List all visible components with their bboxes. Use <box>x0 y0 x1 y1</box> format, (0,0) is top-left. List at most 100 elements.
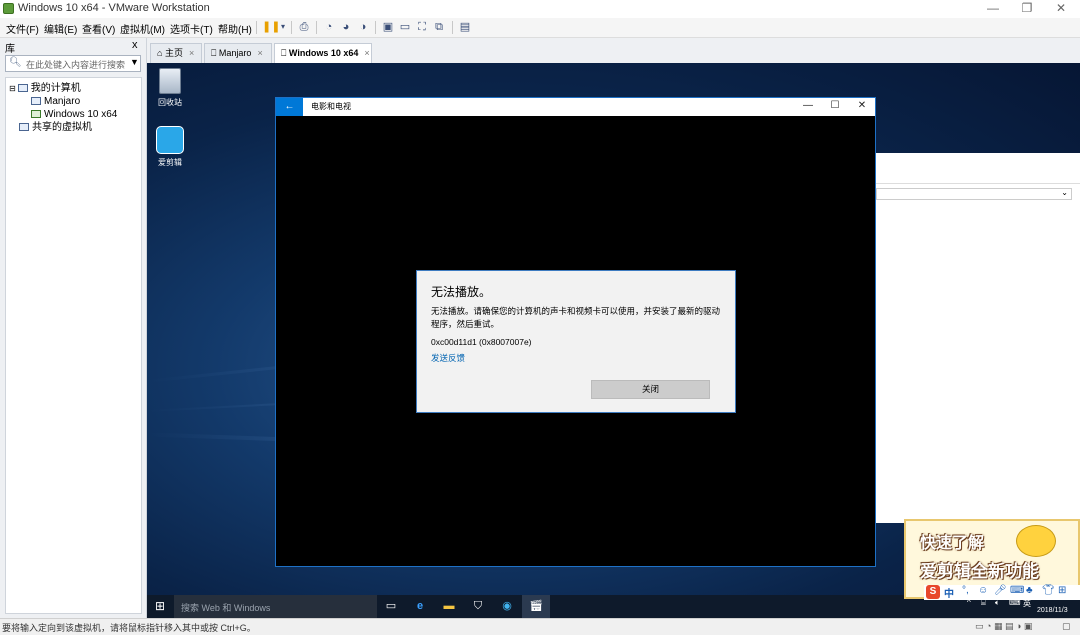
search-dropdown-icon[interactable]: ▼ <box>130 57 139 67</box>
toolbar-separator <box>256 21 257 34</box>
sogou-logo-icon: S <box>926 585 940 599</box>
tree-item-shared-vms[interactable]: 共享的虚拟机 <box>19 121 92 134</box>
pause-icon[interactable]: ❚❚ <box>262 20 280 34</box>
desktop-icon-recycle-bin[interactable]: 回收站 <box>150 68 190 108</box>
send-feedback-link[interactable]: 发送反馈 <box>431 352 465 364</box>
menu-edit[interactable]: 编辑(E) <box>44 21 77 36</box>
dialog-title: 无法播放。 <box>431 285 492 299</box>
vmware-app-icon <box>3 3 14 14</box>
tab-close-icon[interactable]: × <box>189 48 194 58</box>
tree-item-label: Windows 10 x64 <box>44 109 118 120</box>
file-explorer-icon[interactable]: ▬ <box>435 595 463 618</box>
recycle-bin-icon <box>159 68 181 94</box>
movies-close-button[interactable]: ✕ <box>852 100 872 111</box>
tree-item-manjaro[interactable]: Manjaro <box>31 95 80 108</box>
movies-tv-title: 电影和电视 <box>311 102 351 111</box>
movies-minimize-button[interactable]: — <box>798 100 818 111</box>
taskbar-date[interactable]: 2018/11/3 <box>1037 607 1068 614</box>
aijianji-app-icon <box>156 126 184 154</box>
snapshot-icon[interactable]: ◔ <box>322 20 336 34</box>
skin-icon[interactable]: ♣ <box>1026 585 1033 596</box>
desktop-icon-label: 爱剪辑 <box>158 158 182 167</box>
window-title: Windows 10 x64 - VMware Workstation <box>18 2 210 14</box>
menu-tabs[interactable]: 选项卡(T) <box>170 21 213 36</box>
snapshot-manager-icon[interactable]: ◑ <box>356 20 370 34</box>
voice-icon[interactable]: 🎤︎ <box>994 585 1007 596</box>
home-icon: ⌂ <box>157 48 163 58</box>
vm-icon <box>31 97 41 106</box>
toolbox-icon[interactable]: ⊞ <box>1058 585 1066 596</box>
promo-line-2: 爱剪辑全新功能 <box>920 562 1039 581</box>
console-view-icon[interactable]: ▤ <box>458 20 472 34</box>
message-log-icon[interactable]: ▢ <box>1062 621 1071 632</box>
status-message: 要将输入定向到该虚拟机，请将鼠标指针移入其中或按 Ctrl+G。 <box>2 623 256 633</box>
fullscreen-icon[interactable]: ⛶ <box>415 20 429 34</box>
store-icon[interactable]: ⛉ <box>464 595 492 618</box>
promo-line-1: 快速了解 <box>920 535 985 552</box>
movies-maximize-button[interactable]: ☐ <box>825 100 845 111</box>
tree-item-my-computer[interactable]: ⊟ 我的计算机 <box>9 82 81 95</box>
task-view-icon[interactable]: ▭ <box>377 595 405 618</box>
collapse-icon[interactable]: ⊟ <box>9 84 16 93</box>
unity-icon[interactable]: ⧉ <box>432 20 446 34</box>
library-close-button[interactable]: x <box>132 39 138 51</box>
divider <box>876 183 1080 184</box>
device-status-icons[interactable]: ▭ ◔ ▦ ▤ ◑ ▣ <box>975 621 1032 632</box>
tab-label: 主页 <box>164 48 183 58</box>
library-header: 库 x <box>0 38 146 55</box>
tab-windows10[interactable]: ⎕ Windows 10 x64 × <box>274 43 372 63</box>
punctuation-icon[interactable]: °, <box>962 585 969 596</box>
tab-label: Windows 10 x64 <box>288 48 359 58</box>
toolbar-separator <box>375 21 376 34</box>
ime-mode-icon[interactable]: 中 <box>944 585 954 600</box>
revert-snapshot-icon[interactable]: ◕ <box>339 20 353 34</box>
aijianji-taskbar-icon[interactable]: ◉ <box>493 595 521 618</box>
tab-home[interactable]: ⌂ 主页 × <box>150 43 202 63</box>
background-app-dropdown[interactable]: ⌄ <box>876 188 1072 200</box>
library-search-input[interactable]: 🔍︎ 在此处键入内容进行搜索 ▼ <box>5 55 141 72</box>
tab-close-icon[interactable]: × <box>257 48 262 58</box>
library-tree: ⊟ 我的计算机 Manjaro Windows 10 x64 共享的虚拟机 <box>5 77 142 614</box>
status-bar: 要将输入定向到该虚拟机，请将鼠标指针移入其中或按 Ctrl+G。 ▭ ◔ ▦ ▤… <box>0 618 1080 635</box>
windows-start-icon[interactable]: ⊞ <box>147 595 173 618</box>
menu-vm[interactable]: 虚拟机(M) <box>120 21 165 36</box>
taskbar-search-placeholder: 搜索 Web 和 Windows <box>181 603 271 613</box>
dropdown-icon[interactable]: ▾ <box>276 20 290 34</box>
shirt-icon[interactable]: 👕︎ <box>1042 585 1055 596</box>
taskbar-search-box[interactable]: 搜索 Web 和 Windows <box>174 595 377 618</box>
menu-file[interactable]: 文件(F) <box>6 21 39 36</box>
keyboard-icon[interactable]: ⌨ <box>1010 585 1024 596</box>
desktop-icon-aijianji[interactable]: 爱剪辑 <box>150 126 190 168</box>
tree-item-windows10[interactable]: Windows 10 x64 <box>31 108 117 121</box>
background-app-window[interactable]: ⌄ <box>876 153 1080 523</box>
error-code: 0xc00d11d1 (0x8007007e) <box>431 337 532 347</box>
movies-tv-taskbar-icon[interactable]: 🎬︎ <box>522 595 550 618</box>
toolbar-separator <box>316 21 317 34</box>
toolbar-separator <box>452 21 453 34</box>
chevron-down-icon: ⌄ <box>1061 188 1068 197</box>
search-placeholder: 在此处键入内容进行搜索 <box>26 60 126 70</box>
edge-browser-icon[interactable]: e <box>406 595 434 618</box>
menu-help[interactable]: 帮助(H) <box>218 21 252 36</box>
tree-item-label: 共享的虚拟机 <box>32 122 92 133</box>
tree-item-label: Manjaro <box>44 96 81 107</box>
tab-bar: ⌂ 主页 × ⎕ Manjaro × ⎕ Windows 10 x64 × <box>147 38 1080 63</box>
tab-manjaro[interactable]: ⎕ Manjaro × <box>204 43 272 63</box>
menu-view[interactable]: 查看(V) <box>82 21 115 36</box>
maximize-button[interactable]: ❐ <box>1010 0 1044 18</box>
back-button[interactable]: ← <box>276 98 303 116</box>
tab-close-icon[interactable]: × <box>364 48 369 58</box>
minimize-button[interactable]: — <box>976 0 1010 18</box>
computer-icon <box>17 84 28 93</box>
error-dialog: 无法播放。 无法播放。请确保您的计算机的声卡和视频卡可以使用，并安装了最新的驱动… <box>416 270 736 413</box>
send-keys-icon[interactable]: ⎙ <box>297 20 311 34</box>
sogou-ime-toolbar[interactable]: S 中 °, ☺ 🎤︎ ⌨ ♣ 👕︎ ⊞ <box>924 585 1080 600</box>
emoji-icon[interactable]: ☺ <box>978 585 988 596</box>
close-button[interactable]: ✕ <box>1044 0 1078 18</box>
thumbnail-view-icon[interactable]: ▭ <box>398 20 412 34</box>
library-view-icon[interactable]: ▣ <box>381 20 395 34</box>
shared-vm-icon <box>19 123 29 132</box>
movies-tv-window[interactable]: ← 电影和电视 — ☐ ✕ 无法播放。 无法播放。请确保您的计算机的声卡和视频卡… <box>275 97 876 567</box>
dialog-close-button[interactable]: 关闭 <box>591 380 710 399</box>
search-icon: 🔍︎ <box>9 57 22 68</box>
